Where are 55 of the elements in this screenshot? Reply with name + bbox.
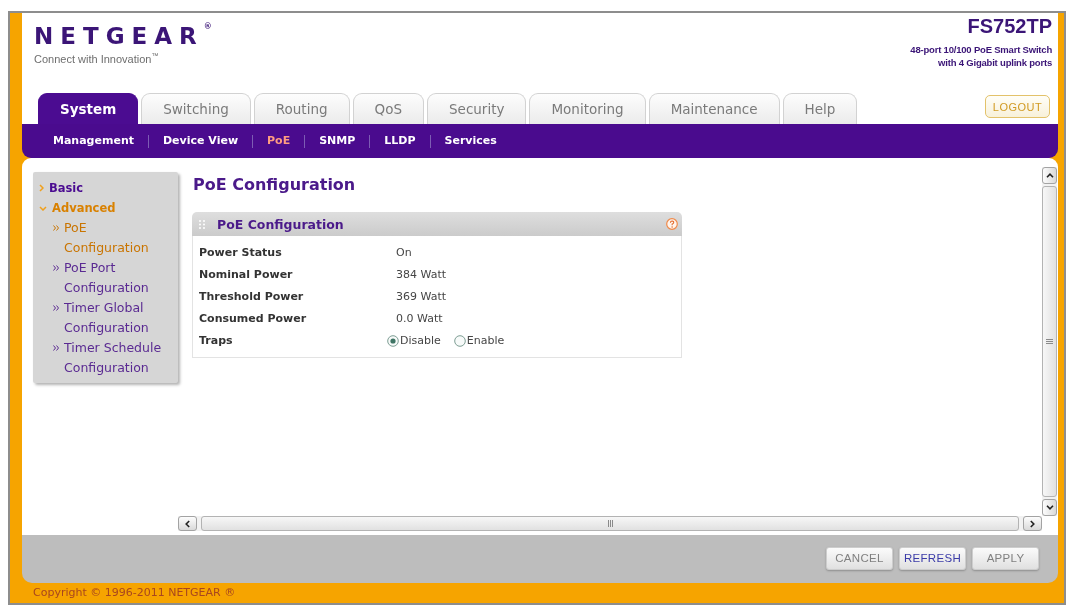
- grip-icon: [199, 219, 205, 229]
- double-chevron-icon: [53, 345, 59, 351]
- sidebar-link[interactable]: Timer Global Configuration: [53, 298, 175, 338]
- double-chevron-icon: [53, 225, 59, 231]
- nav-tab[interactable]: Maintenance: [648, 93, 780, 124]
- nav-tab[interactable]: Help: [782, 93, 858, 124]
- double-chevron-icon: [53, 305, 59, 311]
- nav-tab[interactable]: Security: [427, 93, 527, 124]
- nav-tab[interactable]: Routing: [253, 93, 350, 124]
- field-label: Nominal Power: [199, 268, 294, 282]
- model-description: with 4 Gigabit uplink ports: [938, 56, 1052, 69]
- field-label: Traps: [199, 334, 234, 348]
- sidebar-link[interactable]: Basic: [39, 178, 175, 198]
- grip-lines-icon: [607, 520, 613, 527]
- double-chevron-icon: [53, 265, 59, 271]
- brand-logo: NETGEAR$^{®}$: [34, 23, 212, 49]
- chevron-right-icon: [39, 184, 44, 192]
- subnav-link[interactable]: SNMP: [319, 134, 356, 148]
- chevron-down-icon: [39, 205, 47, 211]
- field-label: Threshold Power: [199, 290, 305, 304]
- sidebar-link[interactable]: PoE Port Configuration: [53, 258, 175, 298]
- copyright-text: Copyright © 1996-2011 NETGEAR ®: [33, 586, 236, 600]
- subnav-link[interactable]: Device View: [163, 134, 239, 148]
- scroll-down-button[interactable]: [1042, 499, 1057, 516]
- field-value: 0.0 Watt: [396, 312, 443, 326]
- chevron-up-icon: [1045, 173, 1054, 178]
- nav-tab[interactable]: System: [38, 93, 139, 124]
- subnav-link[interactable]: Management: [53, 134, 134, 148]
- radio-option[interactable]: Enable: [453, 334, 505, 348]
- refresh-button[interactable]: REFRESH: [899, 546, 966, 570]
- nav-tab[interactable]: QoS: [352, 93, 424, 124]
- page-title: PoE Configuration: [193, 175, 357, 195]
- chevron-down-icon: [1045, 505, 1054, 510]
- field-value: On: [396, 246, 412, 260]
- scroll-up-button[interactable]: [1042, 167, 1057, 184]
- subnav-link[interactable]: PoE: [267, 134, 291, 148]
- radio-option[interactable]: Disable: [387, 334, 441, 348]
- model-name: FS752TP: [967, 15, 1052, 37]
- brand-tagline: Connect with Innovation$^{™}$: [34, 52, 160, 66]
- grip-lines-icon: [1046, 339, 1053, 344]
- scroll-left-button[interactable]: [178, 516, 197, 531]
- field-value: 369 Watt: [396, 290, 447, 304]
- field-label: Consumed Power: [199, 312, 308, 326]
- chevron-left-icon: [185, 519, 190, 528]
- subnav-link[interactable]: LLDP: [384, 134, 416, 148]
- nav-tab[interactable]: Switching: [141, 93, 251, 124]
- subnav-link[interactable]: Services: [444, 134, 497, 148]
- model-description: 48-port 10/100 PoE Smart Switch: [910, 43, 1052, 56]
- sidebar-link[interactable]: Timer Schedule Configuration: [53, 338, 175, 378]
- panel-title: PoE Configuration: [217, 216, 344, 232]
- nav-tab[interactable]: Monitoring: [529, 93, 646, 124]
- field-value: 384 Watt: [396, 268, 447, 282]
- scroll-right-button[interactable]: [1023, 516, 1042, 531]
- chevron-right-icon: [1030, 519, 1035, 528]
- field-label: Power Status: [199, 246, 283, 260]
